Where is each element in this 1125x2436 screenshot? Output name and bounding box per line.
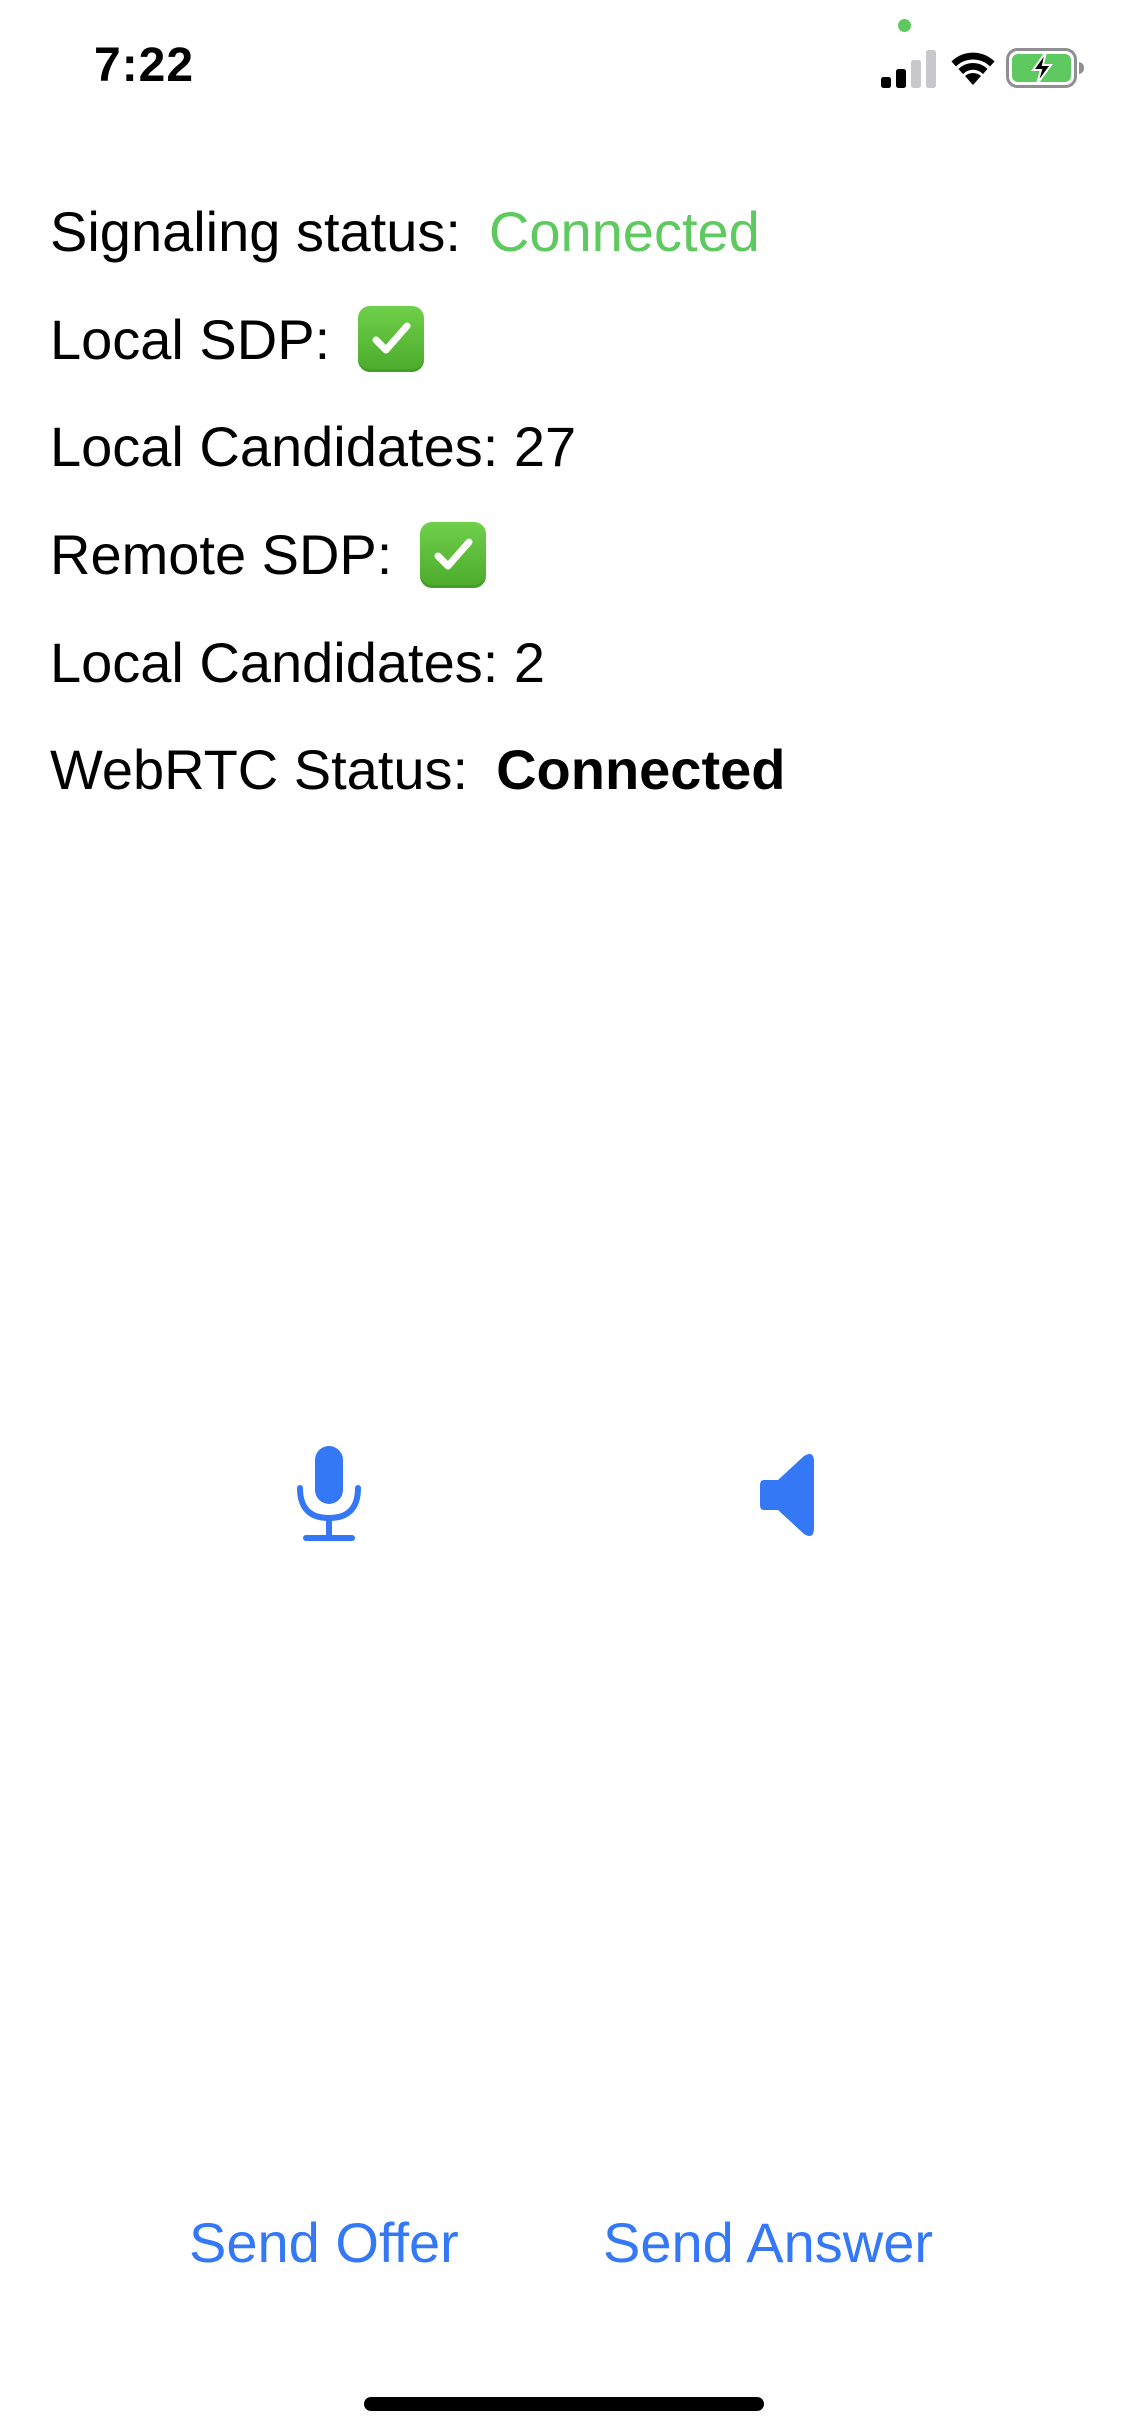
- remote-candidates-row: Local Candidates: 2: [50, 608, 785, 716]
- remote-sdp-row: Remote SDP:: [50, 501, 785, 609]
- status-bar: 7:22: [0, 0, 1125, 130]
- check-mark-button-icon: [420, 521, 487, 588]
- local-sdp-label: Local SDP:: [50, 307, 331, 371]
- cellular-signal-icon: [881, 50, 936, 88]
- battery-charging-icon: [1006, 48, 1084, 88]
- remote-sdp-label: Remote SDP:: [50, 523, 393, 587]
- connection-info-list: Signaling status: Connected Local SDP: L…: [50, 178, 785, 824]
- home-indicator[interactable]: [364, 2397, 764, 2411]
- privacy-indicator-dot: [898, 19, 911, 32]
- send-answer-button[interactable]: Send Answer: [603, 2210, 933, 2275]
- webrtc-status-value: Connected: [496, 738, 786, 802]
- microphone-icon: [297, 1446, 361, 1541]
- mute-microphone-button[interactable]: [284, 1440, 374, 1550]
- local-sdp-row: Local SDP:: [50, 286, 785, 394]
- signaling-status-row: Signaling status: Connected: [50, 178, 785, 286]
- signaling-status-label: Signaling status:: [50, 200, 461, 264]
- send-offer-button[interactable]: Send Offer: [189, 2210, 459, 2275]
- signaling-status-value: Connected: [488, 200, 760, 264]
- speaker-icon: [760, 1454, 814, 1536]
- webrtc-status-row: WebRTC Status: Connected: [50, 716, 785, 824]
- speaker-button[interactable]: [752, 1450, 822, 1540]
- remote-candidates-text: Local Candidates: 2: [50, 630, 546, 694]
- status-time: 7:22: [94, 39, 195, 92]
- check-mark-button-icon: [358, 306, 425, 373]
- webrtc-status-label: WebRTC Status:: [50, 738, 469, 802]
- local-candidates-row: Local Candidates: 27: [50, 393, 785, 501]
- local-candidates-text: Local Candidates: 27: [50, 415, 577, 479]
- wifi-icon: [951, 52, 995, 85]
